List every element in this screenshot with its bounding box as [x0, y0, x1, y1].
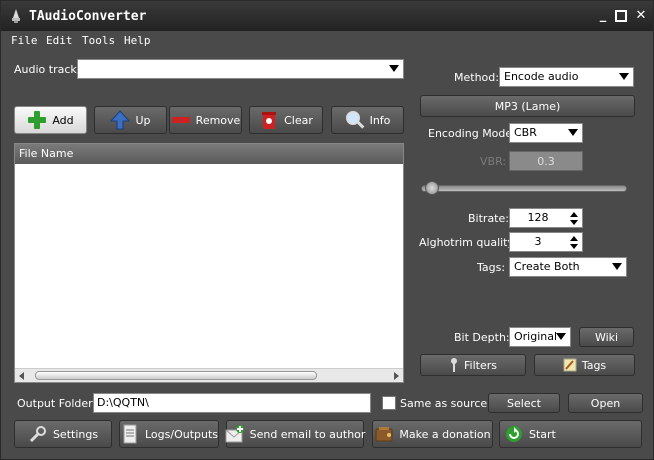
chevron-down-icon: [612, 263, 622, 270]
menu-bar: File Edit Tools Help: [1, 31, 653, 51]
up-button[interactable]: Up: [94, 106, 167, 134]
clear-button-label: Clear: [284, 113, 313, 127]
audio-track-label: Audio track:: [14, 63, 81, 76]
add-button-label: Add: [52, 113, 74, 127]
donation-button-label: Make a donation: [399, 427, 491, 441]
audio-track-select[interactable]: [77, 59, 404, 79]
wallet-icon: [375, 427, 393, 442]
clear-button[interactable]: Clear: [249, 106, 323, 134]
start-button-label: Start: [529, 427, 556, 441]
tags-label: Tags:: [477, 261, 506, 274]
wrench-icon: [29, 426, 46, 443]
logs-button-label: Logs/Outputs: [144, 427, 219, 441]
vbr-field: 0.3: [509, 151, 583, 171]
window-title: TAudioConverter: [29, 9, 147, 24]
donation-button[interactable]: Make a donation: [372, 420, 493, 448]
remove-button[interactable]: Remove: [169, 106, 242, 134]
quality-label: Alghotrim quality:: [419, 236, 517, 249]
output-folder-input[interactable]: D:\QQTN\: [93, 393, 371, 413]
scroll-thumb[interactable]: [35, 371, 317, 380]
arrow-up-icon: [110, 110, 131, 130]
app-icon: [12, 9, 20, 23]
vbr-label: VBR:: [480, 155, 507, 168]
info-button-label: Info: [369, 113, 391, 127]
tags-button[interactable]: Tags: [534, 354, 635, 376]
send-email-button-label: Send email to author: [249, 427, 366, 441]
main-window: TAudioConverter _ ✕ File Edit Tools Help…: [0, 0, 654, 460]
open-button[interactable]: Open: [568, 393, 643, 413]
tags-value: Create Both: [514, 260, 580, 273]
column-header-file-name[interactable]: File Name: [15, 144, 403, 164]
spin-down-icon[interactable]: [570, 220, 578, 225]
codec-button-label: MP3 (Lame): [494, 99, 561, 113]
encoding-mode-value: CBR: [514, 126, 537, 139]
method-label: Method:: [454, 71, 499, 84]
plus-icon: [28, 111, 47, 129]
file-list[interactable]: File Name: [14, 143, 404, 383]
encoding-mode-select[interactable]: CBR: [509, 123, 583, 143]
chevron-down-icon: [389, 65, 399, 72]
bitrate-label: Bitrate:: [468, 212, 509, 225]
menu-help[interactable]: Help: [124, 34, 151, 47]
menu-tools[interactable]: Tools: [82, 34, 115, 47]
filter-icon: [451, 358, 457, 372]
scroll-left-icon[interactable]: [19, 372, 24, 380]
title-bar: TAudioConverter _ ✕: [1, 1, 653, 31]
info-button[interactable]: Info: [331, 106, 404, 134]
close-icon[interactable]: ✕: [633, 8, 649, 24]
refresh-icon: [506, 426, 522, 442]
method-value: Encode audio: [504, 70, 579, 83]
chevron-down-icon: [619, 73, 629, 80]
spin-up-icon[interactable]: [570, 212, 578, 217]
output-folder-label: Output Folder:: [17, 397, 97, 410]
open-button-label: Open: [590, 396, 621, 410]
quality-spinner[interactable]: 3: [509, 232, 583, 252]
chevron-down-icon: [568, 129, 578, 136]
bit-depth-label: Bit Depth:: [454, 331, 510, 344]
wiki-button[interactable]: Wiki: [579, 327, 634, 347]
bit-depth-select[interactable]: Original: [509, 327, 571, 347]
tags-select[interactable]: Create Both: [509, 257, 627, 277]
method-select[interactable]: Encode audio: [499, 67, 634, 87]
bitrate-spinner[interactable]: 128: [509, 208, 583, 228]
up-button-label: Up: [135, 113, 151, 127]
scroll-right-icon[interactable]: [394, 372, 399, 380]
horizontal-scrollbar[interactable]: [15, 368, 403, 382]
logs-button[interactable]: Logs/Outputs: [119, 420, 219, 448]
tags-button-label: Tags: [581, 358, 607, 372]
remove-button-label: Remove: [195, 113, 241, 127]
vbr-slider-track[interactable]: [421, 185, 627, 192]
send-email-button[interactable]: Send email to author: [225, 420, 366, 448]
menu-file[interactable]: File: [11, 34, 38, 47]
settings-button-label: Settings: [52, 427, 99, 441]
vbr-slider-handle[interactable]: [425, 181, 439, 195]
same-as-source-label[interactable]: Same as source: [400, 397, 487, 410]
bit-depth-value: Original: [514, 330, 558, 343]
encoding-mode-label: Encoding Mode:: [428, 127, 516, 140]
settings-button[interactable]: Settings: [14, 420, 112, 448]
select-button[interactable]: Select: [488, 393, 560, 413]
bitrate-value: 128: [527, 211, 549, 224]
chevron-down-icon: [556, 333, 566, 340]
wiki-button-label: Wiki: [594, 330, 619, 344]
spin-down-icon[interactable]: [570, 244, 578, 249]
codec-button[interactable]: MP3 (Lame): [420, 95, 635, 117]
spin-up-icon[interactable]: [570, 236, 578, 241]
same-as-source-checkbox[interactable]: [382, 396, 396, 410]
mail-icon: [225, 425, 244, 443]
tag-icon: [563, 358, 577, 372]
filters-button[interactable]: Filters: [420, 354, 526, 376]
magnifier-icon: [345, 111, 364, 129]
quality-value: 3: [534, 235, 542, 248]
document-icon: [123, 424, 137, 444]
minus-icon: [171, 117, 190, 123]
minimize-icon[interactable]: _: [595, 8, 611, 24]
filters-button-label: Filters: [464, 358, 497, 372]
trash-icon: [262, 112, 277, 129]
menu-edit[interactable]: Edit: [46, 34, 73, 47]
start-button[interactable]: Start: [499, 420, 642, 448]
add-button[interactable]: Add: [14, 106, 87, 134]
select-button-label: Select: [507, 396, 541, 410]
maximize-icon[interactable]: [613, 8, 629, 24]
